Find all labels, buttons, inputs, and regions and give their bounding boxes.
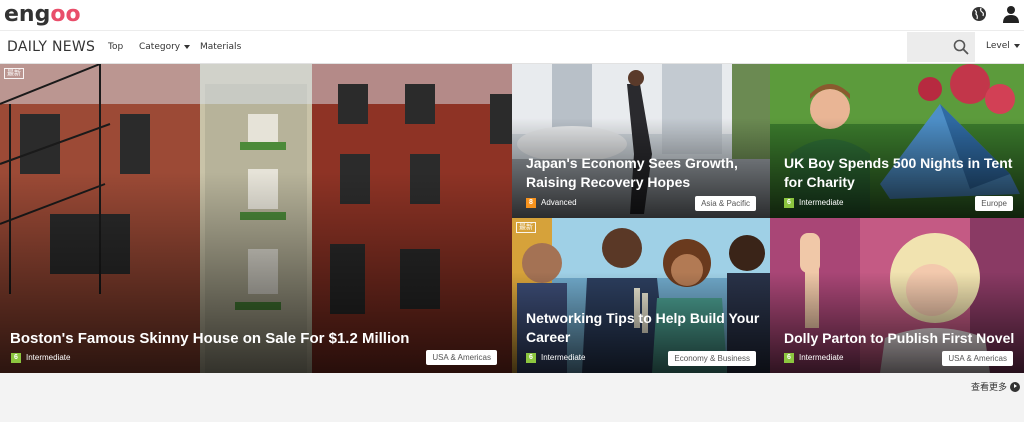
nav-materials[interactable]: Materials xyxy=(200,42,241,52)
page-title[interactable]: DAILY NEWS xyxy=(7,39,95,55)
article-card-uk-boy[interactable]: UK Boy Spends 500 Nights in Tent for Cha… xyxy=(770,64,1024,218)
logo-text-g: g xyxy=(34,1,51,27)
region-tag[interactable]: Economy & Business xyxy=(668,351,756,366)
footer-area xyxy=(0,373,1024,422)
chevron-down-icon xyxy=(184,44,191,49)
nav-category-label: Category xyxy=(139,42,181,52)
article-card-networking[interactable]: 最新 Networking Tips to Help Build Your Ca… xyxy=(512,218,770,373)
see-more-link[interactable]: 查看更多 xyxy=(971,380,1020,393)
logo-text-en: en xyxy=(4,1,35,27)
region-tag[interactable]: Asia & Pacific xyxy=(695,196,756,211)
article-title[interactable]: Dolly Parton to Publish First Novel xyxy=(784,329,1020,348)
article-title[interactable]: Boston's Famous Skinny House on Sale For… xyxy=(10,329,490,349)
article-card-japan[interactable]: Japan's Economy Sees Growth, Raising Rec… xyxy=(512,64,770,218)
see-more-label: 查看更多 xyxy=(970,383,1007,393)
level-label: Intermediate xyxy=(799,198,844,207)
article-title[interactable]: Japan's Economy Sees Growth, Raising Rec… xyxy=(526,154,766,192)
chevron-down-icon xyxy=(1013,43,1020,48)
region-tag[interactable]: Europe xyxy=(975,196,1013,211)
arrow-right-circle-icon xyxy=(1010,381,1020,392)
level-badge: 6 xyxy=(526,353,536,363)
level-badge: 6 xyxy=(784,353,794,363)
level-label: Level xyxy=(986,41,1010,51)
new-tag: 最新 xyxy=(4,68,24,79)
level-dropdown[interactable]: Level xyxy=(986,41,1020,51)
article-title[interactable]: UK Boy Spends 500 Nights in Tent for Cha… xyxy=(784,154,1020,192)
article-card-dolly[interactable]: Dolly Parton to Publish First Novel 6 In… xyxy=(770,218,1024,373)
level-badge: 6 xyxy=(784,198,794,208)
region-tag[interactable]: USA & Americas xyxy=(942,351,1013,366)
level-label: Intermediate xyxy=(799,353,844,362)
level-badge: 6 xyxy=(11,353,21,363)
article-title[interactable]: Networking Tips to Help Build Your Caree… xyxy=(526,309,766,347)
new-tag: 最新 xyxy=(516,222,536,233)
globe-icon[interactable] xyxy=(971,6,987,22)
nav-top[interactable]: Top xyxy=(108,42,123,52)
user-icon[interactable] xyxy=(1003,5,1019,23)
level-badge: 8 xyxy=(526,198,536,208)
nav-bar: DAILY NEWS Top Category Materials xyxy=(0,30,1024,64)
article-card-boston[interactable]: 最新 Boston's Famous Skinny House on Sale … xyxy=(0,64,512,373)
nav-category[interactable]: Category xyxy=(139,42,191,52)
level-label: Intermediate xyxy=(541,353,586,362)
level-label: Advanced xyxy=(541,198,577,207)
region-tag[interactable]: USA & Americas xyxy=(426,350,497,365)
engoo-logo[interactable]: en g oo xyxy=(4,1,81,27)
top-bar: en g oo xyxy=(0,0,1024,30)
logo-text-oo: oo xyxy=(50,1,81,27)
search-icon[interactable] xyxy=(953,39,969,55)
level-label: Intermediate xyxy=(26,353,71,362)
